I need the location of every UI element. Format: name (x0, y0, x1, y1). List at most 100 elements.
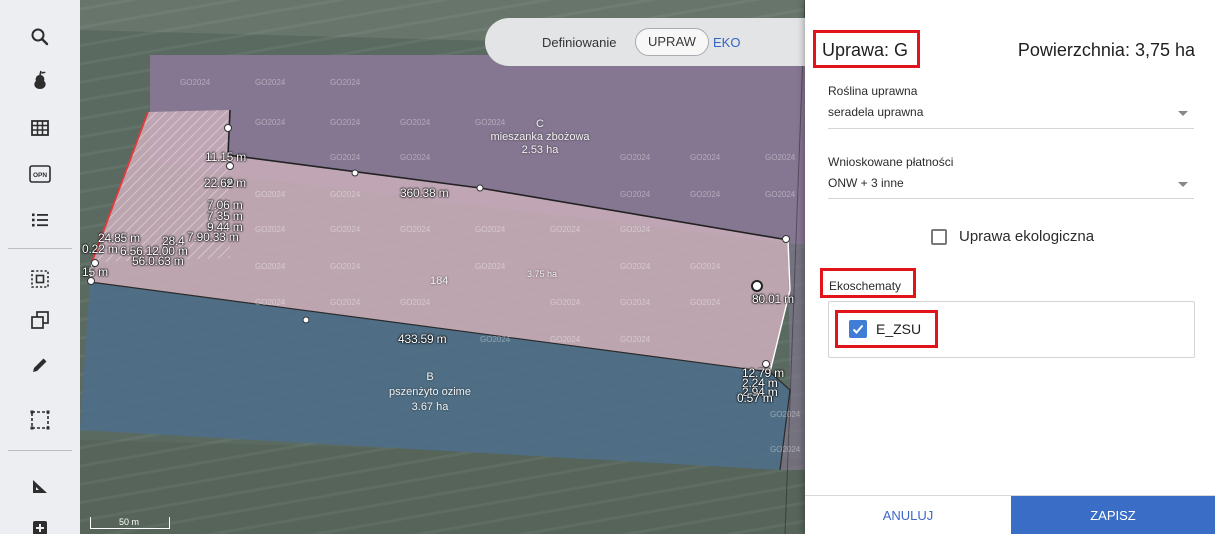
watermark-label: GO2024 (255, 262, 286, 271)
frame-select-icon (30, 410, 50, 430)
list-tool-button[interactable] (0, 200, 80, 240)
payments-select-value: ONW + 3 inne (828, 176, 904, 190)
plot-g-area: 3.75 ha (527, 269, 558, 279)
panel-area: Powierzchnia: 3,75 ha (1017, 40, 1195, 60)
watermark-label: GO2024 (550, 335, 581, 344)
mode-eko-button[interactable]: EKO (713, 35, 740, 50)
toolbar-divider (8, 248, 72, 249)
measurement-label: 7.90.33 m (187, 230, 239, 244)
watermark-label: GO2024 (330, 225, 361, 234)
plot-c-crop: mieszanka zbożowa (490, 131, 590, 143)
crop-field-underline (828, 128, 1194, 129)
mode-toggle: Definiowanie UPRAW EKO (485, 18, 835, 66)
watermark-label: GO2024 (620, 153, 651, 162)
checkbox-unchecked-icon (931, 228, 947, 245)
watermark-label: GO2024 (255, 298, 286, 307)
measurement-label: 22.62 m (204, 176, 246, 190)
watermark-label: GO2024 (620, 225, 651, 234)
watermark-label: GO2024 (255, 118, 286, 127)
cancel-button[interactable]: ANULUJ (805, 496, 1011, 534)
select-area-tool-button[interactable] (0, 259, 80, 299)
copy-tool-button[interactable] (0, 300, 80, 340)
search-icon (31, 28, 49, 46)
watermark-label: GO2024 (620, 335, 651, 344)
checkbox-checked-icon (849, 320, 867, 338)
watermark-label: GO2024 (400, 153, 431, 162)
ecoschemes-label: Ekoschematy (829, 279, 902, 293)
watermark-label: GO2024 (180, 78, 211, 87)
pear-icon (34, 70, 46, 89)
payments-select[interactable]: ONW + 3 inne (828, 171, 1195, 199)
plot-b-label: B pszenżyto ozime 3.67 ha (370, 370, 490, 415)
table-tool-button[interactable] (0, 108, 80, 148)
panel-title: Uprawa: G (822, 40, 909, 60)
watermark-label: GO2024 (690, 153, 721, 162)
opn-tool-button[interactable]: OPN (0, 154, 80, 194)
crop-details-panel: Uprawa: G Powierzchnia: 3,75 ha Roślina … (805, 0, 1215, 534)
measurement-label: 15 m (82, 265, 108, 279)
watermark-label: GO2024 (400, 118, 431, 127)
plot-c-letter: C (536, 118, 544, 130)
mode-toggle-caption: Definiowanie (542, 35, 617, 50)
watermark-label: GO2024 (255, 78, 286, 87)
pencil-icon (33, 358, 47, 372)
payments-field-label: Wnioskowane płatności (828, 155, 954, 169)
edit-tool-button[interactable] (0, 345, 80, 385)
measurement-label: 80.01 m (752, 292, 794, 306)
list-icon (32, 213, 48, 227)
watermark-label: GO2024 (480, 335, 511, 344)
ecoscheme-e-zsu-checkbox[interactable]: E_ZSU (849, 320, 921, 338)
watermark-label: GO2024 (550, 225, 581, 234)
watermark-label: GO2024 (690, 298, 721, 307)
watermark-label: GO2024 (620, 262, 651, 271)
opn-icon: OPN (29, 165, 51, 183)
plot-g-number: 184 (430, 275, 449, 287)
payments-field-underline (828, 198, 1194, 199)
plot-c-label: C mieszanka zbożowa 2.53 ha (480, 118, 600, 157)
copy-icon (31, 311, 49, 329)
crop-select[interactable]: seradela uprawna (828, 100, 1195, 128)
watermark-label: GO2024 (475, 262, 506, 271)
opn-icon-label: OPN (33, 172, 47, 179)
watermark-label: GO2024 (330, 190, 361, 199)
watermark-label: GO2024 (620, 190, 651, 199)
organic-checkbox-label: Uprawa ekologiczna (959, 228, 1095, 245)
watermark-label: GO2024 (690, 262, 721, 271)
plot-c-area: 2.53 ha (521, 144, 559, 156)
watermark-label: GO2024 (330, 298, 361, 307)
watermark-label: GO2024 (550, 298, 581, 307)
watermark-label: GO2024 (330, 262, 361, 271)
frame-select-tool-button[interactable] (0, 400, 80, 440)
organic-checkbox[interactable]: Uprawa ekologiczna (931, 228, 1094, 245)
watermark-label: GO2024 (770, 410, 801, 419)
watermark-label: GO2024 (400, 225, 431, 234)
measurement-label: 433.59 m (398, 332, 447, 346)
chevron-down-icon (1178, 182, 1188, 187)
plot-b-area: 3.67 ha (411, 401, 449, 413)
watermark-label: GO2024 (330, 118, 361, 127)
watermark-label: GO2024 (330, 153, 361, 162)
watermark-label: GO2024 (330, 78, 361, 87)
measurement-label: 0.57 m (737, 391, 773, 405)
crop-field-label: Roślina uprawna (828, 84, 918, 98)
ecoscheme-label: E_ZSU (876, 321, 922, 337)
plot-b-crop: pszenżyto ozime (389, 386, 471, 398)
table-grid-icon (31, 120, 49, 136)
watermark-label: GO2024 (400, 298, 431, 307)
search-tool-button[interactable] (0, 17, 80, 57)
scale-bar-label: 50 m (119, 517, 140, 527)
chevron-down-icon (1178, 111, 1188, 116)
mode-upraw-button[interactable]: UPRAW (635, 28, 709, 56)
watermark-label: GO2024 (770, 445, 801, 454)
add-tool-button[interactable] (0, 508, 80, 534)
map-toolbar: OPN (0, 0, 80, 534)
measure-tool-button[interactable] (0, 466, 80, 506)
toolbar-divider (8, 450, 72, 451)
watermark-label: GO2024 (255, 225, 286, 234)
measurement-label: 0.22 m (82, 242, 118, 256)
save-button[interactable]: ZAPISZ (1011, 496, 1215, 534)
crop-tool-button[interactable] (0, 60, 80, 100)
plot-b-letter: B (426, 371, 434, 383)
watermark-label: GO2024 (255, 190, 286, 199)
measurement-label: 56.0.63 m (132, 254, 184, 268)
